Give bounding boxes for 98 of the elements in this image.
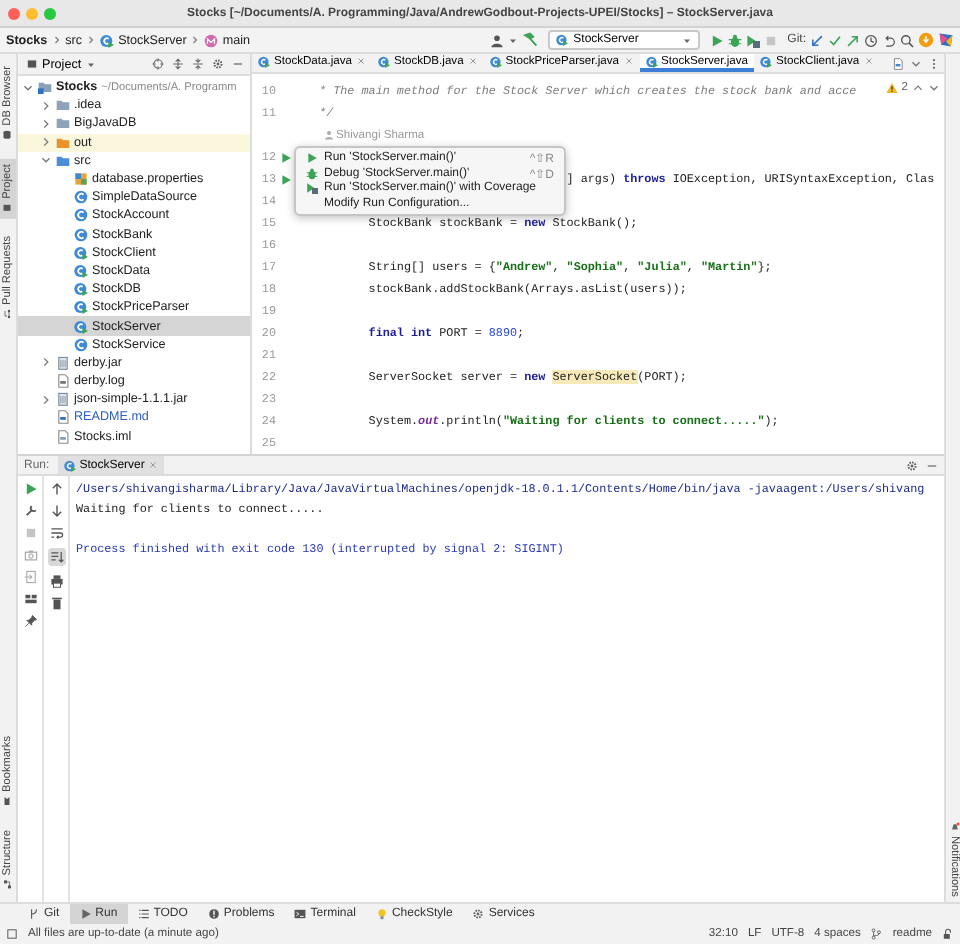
coverage-icon	[306, 182, 318, 195]
panel-icon	[26, 58, 38, 70]
arrow-up-icon[interactable]	[49, 482, 63, 496]
coverage-icon[interactable]	[745, 33, 760, 47]
hide-icon[interactable]	[232, 58, 244, 70]
search-icon[interactable]	[900, 33, 914, 47]
runnable-class-icon	[74, 263, 88, 278]
class-icon	[74, 227, 88, 242]
chevron-right-icon[interactable]	[40, 136, 52, 149]
caret-icon[interactable]	[507, 35, 518, 45]
soft-wrap-icon[interactable]	[49, 526, 63, 540]
chevron-right-icon[interactable]	[40, 393, 52, 406]
run-marker-icon[interactable]	[279, 173, 291, 185]
runnable-class-icon	[74, 300, 88, 315]
close-icon[interactable]	[467, 56, 478, 66]
run-marker-icon[interactable]	[279, 151, 291, 163]
caret-icon	[85, 59, 96, 69]
gear-icon	[472, 908, 485, 920]
login-icon[interactable]	[23, 570, 37, 584]
arrow-down-icon[interactable]	[49, 504, 63, 518]
wrench-icon[interactable]	[23, 504, 37, 518]
chevron-right-icon[interactable]	[40, 356, 52, 369]
class-icon	[63, 459, 76, 471]
settings-icon[interactable]	[906, 459, 918, 471]
camera-icon[interactable]	[23, 548, 37, 562]
jar-icon	[56, 392, 70, 407]
document-icon[interactable]	[892, 57, 904, 69]
runnable-class-icon	[74, 245, 88, 260]
lock-icon[interactable]	[942, 928, 954, 940]
bell-icon	[949, 821, 959, 832]
branch-icon	[870, 928, 883, 940]
person-icon[interactable]	[489, 33, 504, 47]
jar-icon	[56, 355, 70, 370]
class-icon	[74, 190, 88, 205]
class-icon	[74, 208, 88, 223]
chevron-up-icon[interactable]	[912, 82, 924, 94]
panel-icon	[3, 202, 13, 213]
hide-icon[interactable]	[926, 459, 938, 471]
debug-icon[interactable]	[727, 33, 742, 47]
check-icon[interactable]	[828, 33, 842, 47]
pin-icon[interactable]	[23, 614, 37, 628]
module-folder-icon	[38, 80, 52, 95]
info-icon	[207, 908, 220, 920]
push-arrow-icon[interactable]	[846, 33, 860, 47]
pull-request-icon	[3, 309, 13, 320]
update-arrow-icon[interactable]	[810, 33, 824, 47]
collapse-all-icon[interactable]	[192, 58, 204, 70]
bookmark-icon	[3, 796, 13, 807]
play-icon	[306, 151, 318, 164]
runnable-class-icon	[100, 33, 115, 47]
runnable-class-icon	[74, 282, 88, 297]
branch-icon	[28, 908, 40, 920]
history-icon[interactable]	[864, 33, 878, 47]
log-file-icon	[56, 374, 70, 389]
scroll-to-end-button[interactable]	[47, 548, 65, 566]
module-file-icon	[56, 429, 70, 444]
locate-icon[interactable]	[152, 58, 164, 70]
hammer-icon[interactable]	[521, 32, 538, 48]
settings-icon[interactable]	[212, 58, 224, 70]
properties-file-icon	[74, 172, 88, 187]
class-icon	[555, 34, 568, 46]
app-logo-icon[interactable]	[938, 32, 954, 48]
play-icon	[79, 908, 92, 920]
bug-icon	[306, 167, 318, 180]
runnable-class-icon	[74, 319, 88, 334]
run-icon[interactable]	[709, 33, 724, 47]
chevron-right-icon[interactable]	[40, 99, 52, 112]
caret-icon	[681, 35, 692, 45]
close-icon[interactable]	[623, 56, 634, 66]
database-icon	[3, 129, 13, 140]
close-window-button[interactable]	[8, 7, 20, 19]
layout-toggle-icon[interactable]	[6, 928, 18, 940]
trash-icon[interactable]	[49, 596, 63, 610]
chevron-down-icon[interactable]	[22, 81, 34, 94]
class-icon	[74, 337, 88, 352]
chevron-down-icon[interactable]	[40, 154, 52, 167]
undo-icon[interactable]	[882, 33, 896, 47]
rerun-icon[interactable]	[23, 482, 37, 496]
chevron-right-icon	[86, 34, 97, 46]
markdown-file-icon	[56, 410, 70, 425]
chevron-right-icon	[51, 34, 62, 46]
chevron-down-icon[interactable]	[910, 57, 922, 69]
bulb-icon	[375, 908, 388, 920]
expand-all-icon[interactable]	[172, 58, 184, 70]
chevron-right-icon[interactable]	[40, 117, 52, 130]
structure-icon	[3, 880, 13, 890]
warning-icon	[885, 82, 898, 94]
close-icon[interactable]	[356, 56, 366, 66]
close-icon[interactable]	[148, 460, 159, 470]
print-icon[interactable]	[49, 574, 63, 588]
chevron-down-icon[interactable]	[928, 82, 940, 94]
close-icon[interactable]	[863, 56, 874, 66]
layout-icon[interactable]	[23, 592, 37, 606]
list-icon	[137, 908, 150, 920]
chevron-right-icon	[190, 34, 201, 46]
method-icon	[204, 33, 219, 47]
person-icon	[324, 130, 334, 140]
terminal-icon	[294, 908, 307, 920]
